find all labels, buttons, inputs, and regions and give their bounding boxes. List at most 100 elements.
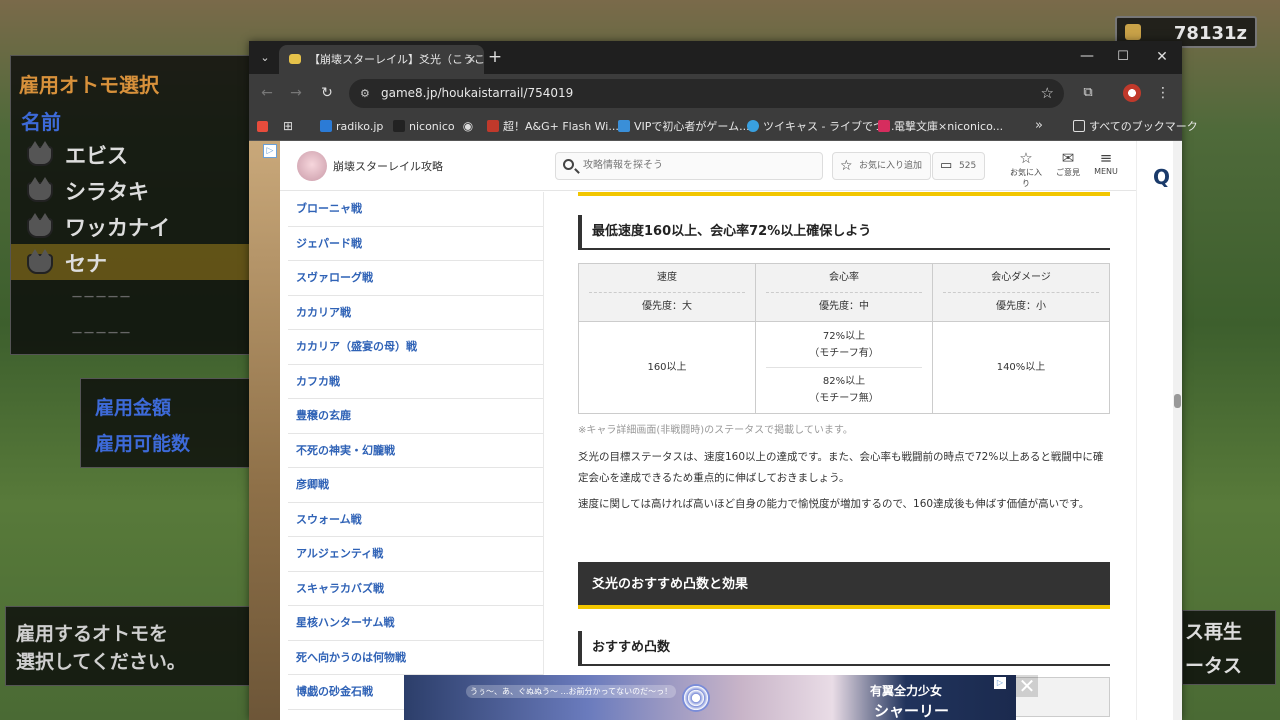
vip-icon — [618, 120, 630, 132]
apps-grid-icon[interactable]: ⊞ — [278, 116, 298, 136]
maximize-icon[interactable]: ☐ — [1113, 47, 1133, 67]
sidebar-item[interactable]: ジェパード戦 — [288, 227, 543, 261]
back-icon[interactable]: ← — [257, 83, 277, 103]
otomo-item[interactable]: エビス — [11, 136, 251, 172]
web-page: ▷ 崩壊スターレイル攻略 攻略情報を探そう ☆ お気に入り追加 ▭ 525 ☆ … — [249, 141, 1182, 720]
cat-icon — [27, 177, 53, 202]
paragraph: 速度に関しては高ければ高いほど自身の能力で愉悦度が増加するので、160達成後も伸… — [578, 498, 1090, 510]
sidebar-item[interactable]: アルジェンティ戦 — [288, 537, 543, 572]
section2-heading: 爻光のおすすめ凸数と効果 — [578, 562, 1110, 609]
ag-icon — [487, 120, 499, 132]
bookmark-niconico[interactable]: niconico — [393, 112, 455, 141]
star-icon: ☆ — [1019, 149, 1033, 167]
bookmark-ag[interactable]: 超！A&G+ Flash Wi... — [487, 112, 619, 141]
site-info-icon[interactable]: ⚙ — [360, 79, 370, 108]
comments-button[interactable]: ▭ 525 — [932, 152, 986, 180]
site-search-input[interactable]: 攻略情報を探そう — [555, 152, 823, 180]
table-header-row: 速度 優先度：大 会心率 優先度：中 会心ダメージ 優先度：小 — [578, 263, 1110, 322]
globe-icon[interactable]: ◉ — [458, 116, 478, 136]
cell-crit-rate: 72%以上 （モチーフ有） 82%以上 （モチーフ無） — [755, 321, 933, 414]
ad-spiral-icon — [682, 684, 710, 712]
sparkle-star-icon: ☆ — [840, 158, 853, 174]
page-scrollbar[interactable] — [1173, 141, 1182, 720]
site-logo[interactable] — [297, 151, 327, 181]
address-bar[interactable]: ⚙ game8.jp/houkaistarrail/754019 ☆ — [349, 79, 1064, 108]
instruction-panel: 雇用するオトモを 選択してください。 — [5, 606, 250, 686]
ad-info-icon[interactable]: ▷ — [994, 677, 1006, 689]
header-crit-rate: 会心率 優先度：中 — [755, 263, 933, 322]
bookmark-red-square-icon[interactable] — [257, 121, 268, 132]
sidebar-nav: ブローニャ戦 ジェパード戦 スヴァローグ戦 カカリア戦 カカリア（盛宴の母）戦 … — [288, 192, 544, 720]
sidebar-item[interactable]: カフカ戦 — [288, 365, 543, 399]
empty-row: －－－－－ — [71, 326, 132, 340]
reload-icon[interactable]: ↻ — [317, 83, 337, 103]
bookmark-dengeki[interactable]: 電撃文庫×niconico... — [878, 112, 1003, 141]
add-favorite-button[interactable]: ☆ お気に入り追加 — [832, 152, 932, 180]
sidebar-item[interactable]: 星核ハンターサム戦 — [288, 606, 543, 641]
sidebar-item[interactable]: ブローニャ戦 — [288, 192, 543, 227]
minimize-icon[interactable]: — — [1077, 46, 1097, 66]
tab-search-icon[interactable]: ⌄ — [255, 48, 275, 68]
ad-choices-icon[interactable]: ▷ — [263, 144, 277, 158]
all-bookmarks[interactable]: すべてのブックマーク — [1073, 112, 1198, 141]
otomo-item-selected[interactable]: セナ — [11, 244, 251, 280]
header-speed: 速度 優先度：大 — [578, 263, 756, 322]
bookmark-star-icon[interactable]: ☆ — [1041, 79, 1054, 108]
sidebar-item[interactable]: スウォーム戦 — [288, 503, 543, 537]
folder-icon — [1073, 120, 1085, 132]
table-row: 160以上 72%以上 （モチーフ有） 82%以上 （モチーフ無） 140%以上 — [578, 321, 1110, 414]
bookmark-vip[interactable]: VIPで初心者がゲーム... — [618, 112, 750, 141]
otomo-name: シラタキ — [65, 180, 149, 204]
sidebar-item[interactable]: カカリア（盛宴の母）戦 — [288, 330, 543, 365]
sidebar-item[interactable]: カカリア戦 — [288, 296, 543, 330]
bookmark-radiko[interactable]: radiko.jp — [320, 112, 383, 141]
close-window-icon[interactable]: ✕ — [1152, 47, 1172, 67]
profile-avatar[interactable] — [1123, 84, 1141, 102]
sidebar-item[interactable]: スキャラカバズ戦 — [288, 572, 543, 606]
sidebar-item[interactable]: 彦卿戦 — [288, 468, 543, 503]
otomo-item[interactable]: シラタキ — [11, 172, 251, 208]
more-menu-icon[interactable]: ⋮ — [1153, 83, 1173, 103]
search-placeholder: 攻略情報を探そう — [583, 160, 663, 171]
sidebar-item[interactable]: 豊穣の玄鹿 — [288, 399, 543, 434]
instruction-line1: 雇用するオトモを — [16, 623, 169, 645]
bottom-ad-banner[interactable]: うぅ〜、あ、ぐぬぬう〜 …お前分かってないのだ〜っ！ 有翼全力少女 シャーリー … — [404, 675, 1016, 720]
bookmark-twitcasting[interactable]: ツイキャス - ライブでつ... — [747, 112, 894, 141]
sidebar-item[interactable]: 死へ向かうのは何物戦 — [288, 641, 543, 675]
menu-button[interactable]: ≡ MENU — [1088, 149, 1124, 177]
forward-icon[interactable]: → — [286, 83, 306, 103]
niconico-icon — [393, 120, 405, 132]
favorites-button[interactable]: ☆ お気に入り — [1008, 150, 1044, 189]
sidebar-item[interactable]: スヴァローグ戦 — [288, 261, 543, 296]
empty-row: －－－－－ — [71, 290, 132, 304]
tab-strip: ⌄ 【崩壊スターレイル】爻光（こうこう） ✕ + — ☐ ✕ — [249, 41, 1182, 74]
tab-active[interactable]: 【崩壊スターレイル】爻光（こうこう） ✕ — [279, 45, 484, 74]
name-header: 名前 — [21, 110, 61, 134]
radiko-icon — [320, 120, 332, 132]
hire-info-panel: 雇用金額 雇用可能数 — [80, 378, 250, 468]
otomo-name: エビス — [65, 144, 128, 168]
scrollbar-thumb[interactable] — [1174, 394, 1181, 408]
mail-icon: ✉ — [1061, 149, 1075, 167]
tab-close-icon[interactable]: ✕ — [467, 45, 476, 74]
hamburger-icon: ≡ — [1099, 149, 1113, 167]
instruction-line2: 選択してください。 — [16, 651, 186, 673]
url-text: game8.jp/houkaistarrail/754019 — [381, 86, 574, 100]
extensions-icon[interactable]: ⧉ — [1078, 83, 1098, 103]
more-bookmarks-icon[interactable]: » — [1029, 116, 1049, 136]
site-name[interactable]: 崩壊スターレイル攻略 — [333, 158, 443, 174]
money-value: 78131z — [1173, 23, 1247, 44]
bookmarks-bar: ⊞ radiko.jp niconico ◉ 超！A&G+ Flash Wi..… — [249, 112, 1198, 141]
right-menu-panel: ス再生 ータス — [1182, 610, 1276, 685]
header-crit-dmg: 会心ダメージ 優先度：小 — [932, 263, 1110, 322]
otomo-name: ワッカナイ — [65, 216, 170, 240]
right-ad-initial: Q — [1153, 165, 1171, 189]
cell-crit-dmg: 140%以上 — [932, 321, 1110, 414]
new-tab-icon[interactable]: + — [485, 47, 505, 67]
tab-favicon-icon — [289, 54, 301, 64]
opinion-button[interactable]: ✉ ご意見 — [1050, 150, 1086, 178]
ad-close-icon[interactable]: ✕ — [1016, 675, 1038, 697]
otomo-item[interactable]: ワッカナイ — [11, 208, 251, 244]
sidebar-item[interactable]: 不死の神実・幻朧戦 — [288, 434, 543, 468]
stats-table: 速度 優先度：大 会心率 優先度：中 会心ダメージ 優先度：小 160以上 72… — [578, 263, 1110, 414]
